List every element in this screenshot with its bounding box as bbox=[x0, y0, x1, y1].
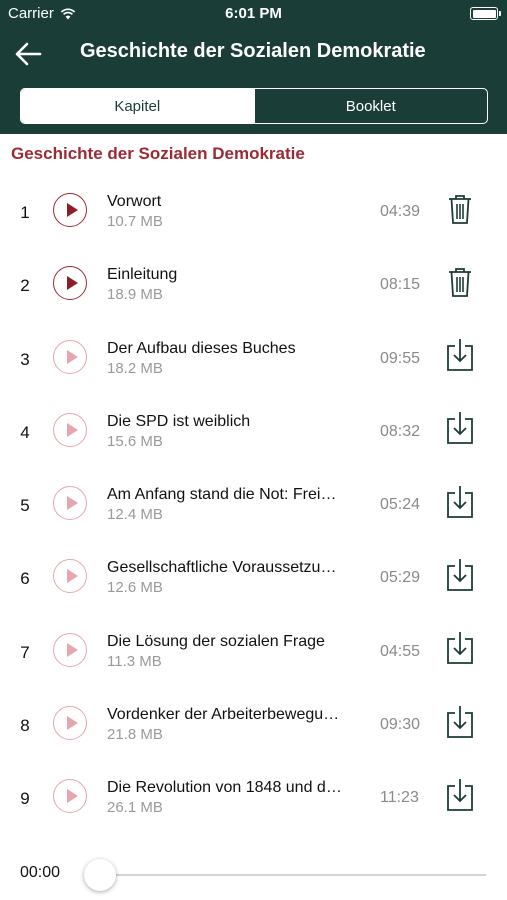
play-button[interactable] bbox=[53, 193, 87, 227]
chapter-size: 12.6 MB bbox=[107, 579, 163, 597]
chapter-title: Der Aufbau dieses Buches bbox=[107, 339, 296, 357]
chapter-duration: 08:32 bbox=[380, 422, 421, 440]
player-current-time: 00:00 bbox=[20, 864, 61, 881]
chapter-title: Vorwort bbox=[107, 193, 162, 210]
chapter-title: Die Revolution von 1848 und d… bbox=[107, 779, 342, 797]
chapter-duration: 05:24 bbox=[380, 496, 421, 514]
chapter-number: 3 bbox=[20, 349, 30, 369]
chapter-title: Einleitung bbox=[107, 266, 178, 284]
progress-slider-thumb[interactable] bbox=[84, 859, 116, 891]
chapter-size: 10.7 MB bbox=[107, 213, 163, 230]
chapter-duration: 05:29 bbox=[380, 569, 421, 587]
chapter-row[interactable]: 3 Der Aufbau dieses Buches 18.2 MB 09:55 bbox=[0, 322, 507, 395]
chapter-row[interactable]: 9 Die Revolution von 1848 und d… 26.1 MB 11… bbox=[0, 761, 507, 834]
download-icon bbox=[446, 778, 474, 817]
tab-kapitel[interactable]: Kapitel bbox=[21, 89, 254, 123]
chapter-size: 12.4 MB bbox=[107, 506, 163, 524]
trash-icon bbox=[447, 266, 473, 303]
play-button[interactable] bbox=[53, 559, 87, 594]
back-button[interactable] bbox=[8, 36, 48, 72]
download-button[interactable] bbox=[443, 631, 477, 670]
nav-bar: Geschichte der Sozialen Demokratie bbox=[0, 28, 507, 80]
chapter-row[interactable]: 7 Die Lösung der sozialen Frage 11.3 MB 04:… bbox=[0, 615, 507, 688]
arrow-left-icon bbox=[15, 42, 42, 66]
chapter-duration: 09:30 bbox=[380, 716, 421, 734]
chapter-row[interactable]: 4 Die SPD ist weiblich 15.6 MB 08:32 bbox=[0, 395, 507, 468]
chapter-number: 2 bbox=[20, 276, 30, 296]
chapter-number: 8 bbox=[20, 716, 30, 736]
chapter-size: 26.1 MB bbox=[107, 799, 163, 817]
download-button[interactable] bbox=[443, 485, 477, 524]
download-icon bbox=[446, 338, 474, 377]
chapter-number: 1 bbox=[20, 203, 30, 222]
chapter-row[interactable]: 5 Am Anfang stand die Not: Frei… 12.4 MB 05… bbox=[0, 468, 507, 541]
chapter-title: Die Lösung der sozialen Frage bbox=[107, 632, 325, 650]
download-button[interactable] bbox=[443, 411, 477, 450]
status-bar: Carrier 6:01 PM bbox=[0, 0, 507, 28]
play-button[interactable] bbox=[53, 486, 87, 521]
segmented-control: Kapitel Booklet bbox=[20, 88, 488, 124]
play-button[interactable] bbox=[53, 339, 87, 374]
play-icon bbox=[66, 716, 78, 731]
chapter-size: 18.9 MB bbox=[107, 286, 163, 304]
download-icon bbox=[446, 631, 474, 670]
download-icon bbox=[446, 705, 474, 744]
chapter-size: 21.8 MB bbox=[107, 726, 163, 744]
play-icon bbox=[66, 789, 78, 804]
delete-button[interactable] bbox=[443, 266, 477, 302]
chapter-row[interactable]: 6 Gesellschaftliche Voraussetzu… 12.6 MB 05… bbox=[0, 541, 507, 614]
download-icon bbox=[446, 485, 474, 524]
tab-booklet[interactable]: Booklet bbox=[253, 89, 488, 123]
chapter-number: 5 bbox=[20, 496, 30, 516]
chapter-title: Vordenker der Arbeiterbewegu… bbox=[107, 706, 340, 724]
play-button[interactable] bbox=[53, 706, 87, 741]
download-button[interactable] bbox=[443, 705, 477, 744]
trash-icon bbox=[447, 193, 473, 230]
chapter-title: Die SPD ist weiblich bbox=[107, 412, 251, 430]
chapter-duration: 11:23 bbox=[380, 789, 419, 807]
play-icon bbox=[66, 349, 78, 364]
play-icon bbox=[66, 422, 78, 437]
play-icon bbox=[66, 642, 78, 657]
download-icon bbox=[446, 558, 474, 597]
play-icon bbox=[66, 496, 78, 511]
chapter-duration: 08:15 bbox=[380, 276, 421, 294]
chapter-row[interactable]: 2 Einleitung 18.9 MB 08:15 bbox=[0, 248, 507, 321]
play-icon bbox=[66, 276, 78, 291]
chapter-title: Am Anfang stand die Not: Frei… bbox=[107, 486, 337, 504]
play-button[interactable] bbox=[53, 632, 87, 667]
battery-fill bbox=[472, 9, 496, 18]
chapter-row[interactable]: 8 Vordenker der Arbeiterbewegu… 21.8 MB 09:… bbox=[0, 688, 507, 761]
chapter-size: 18.2 MB bbox=[107, 359, 163, 377]
download-button[interactable] bbox=[443, 558, 477, 597]
play-icon bbox=[66, 203, 78, 217]
play-icon bbox=[66, 569, 78, 584]
battery-icon bbox=[470, 7, 501, 20]
progress-slider-track[interactable] bbox=[100, 874, 486, 876]
download-icon bbox=[446, 411, 474, 450]
chapter-number: 7 bbox=[20, 642, 30, 662]
play-button[interactable] bbox=[53, 412, 87, 447]
audio-player: 00:00 bbox=[0, 850, 507, 900]
chapter-duration: 04:39 bbox=[380, 203, 421, 220]
page-title: Geschichte der Sozialen Demokratie bbox=[80, 40, 426, 62]
chapter-duration: 09:55 bbox=[380, 349, 421, 367]
status-time: 6:01 PM bbox=[225, 5, 282, 22]
delete-button[interactable] bbox=[443, 193, 477, 229]
chapter-size: 15.6 MB bbox=[107, 432, 163, 450]
section-title: Geschichte der Sozialen Demokratie bbox=[11, 144, 305, 163]
chapter-number: 9 bbox=[20, 789, 30, 809]
chapter-title: Gesellschaftliche Voraussetzu… bbox=[107, 559, 337, 577]
chapter-duration: 04:55 bbox=[380, 642, 421, 660]
play-button[interactable] bbox=[53, 266, 87, 301]
play-button[interactable] bbox=[53, 779, 87, 814]
chapter-number: 6 bbox=[20, 569, 30, 589]
download-button[interactable] bbox=[443, 778, 477, 817]
chapter-number: 4 bbox=[20, 422, 30, 442]
chapter-size: 11.3 MB bbox=[107, 652, 162, 670]
download-button[interactable] bbox=[443, 338, 477, 377]
app-header: Carrier 6:01 PM Geschichte der Sozialen … bbox=[0, 0, 507, 134]
chapter-row[interactable]: 1 Vorwort 10.7 MB 04:39 bbox=[0, 175, 507, 248]
chapter-list: 1 Vorwort 10.7 MB 04:39 2 Einleitung 18.9 MB 08… bbox=[0, 175, 507, 835]
